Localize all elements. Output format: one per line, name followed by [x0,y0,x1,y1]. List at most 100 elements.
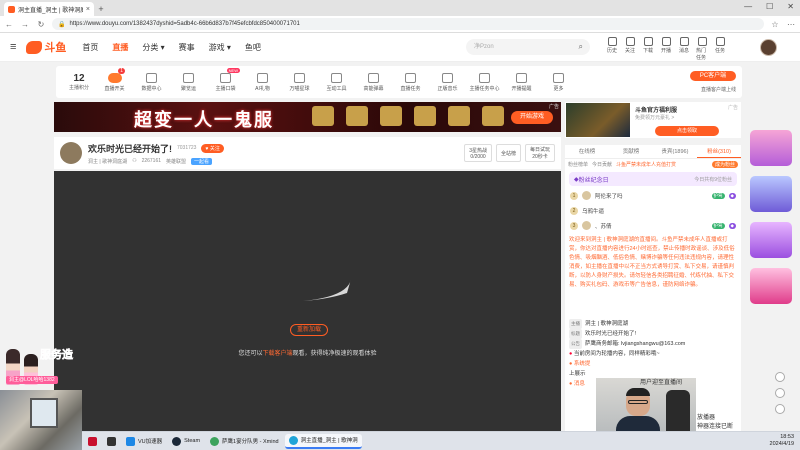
system-clock[interactable]: 18:53 2024/4/19 [770,434,794,448]
promo-tile[interactable] [750,130,792,166]
tool-stream-switch[interactable]: 1 直播开关 [96,67,133,92]
follow-label: 关注 [209,145,220,152]
reload-button[interactable]: 重新加载 [290,324,328,336]
main-nav: 首页 直播 分类 ▾ 赛事 游戏 ▾ 鱼吧 [82,42,261,53]
tool-planet[interactable]: 万喵星球 [281,72,318,92]
download-client-link[interactable]: 下载客户端 [262,351,292,357]
tool-overview[interactable]: 聚览运 [170,72,207,92]
nav-home[interactable]: 首页 [82,42,98,53]
taskbar-app[interactable]: VU加速器 [122,434,166,449]
new-tab-icon[interactable]: + [94,2,108,16]
forward-icon[interactable]: → [20,20,30,29]
promo-tile[interactable] [750,176,792,212]
tool-music[interactable]: 正版音乐 [429,72,466,92]
taskbar-label: 萨鹰1宴分队男 - Xmind [222,439,279,445]
nav-category[interactable]: 分类 ▾ [142,42,164,53]
browser-tab[interactable]: 洞主直播_洞主 | 歌神洞庭湖直播... × [4,2,94,16]
tool-label: 聚览运 [180,85,196,92]
history-button[interactable]: 历史 [606,37,618,61]
nav-games[interactable]: 游戏 ▾ [209,42,231,53]
today-contribution-label[interactable]: 今日贡献 [592,161,612,168]
taskbar-app[interactable]: Steam [168,434,204,449]
game-banner-ad[interactable]: 超变一人一鬼服 开始游戏 广告 [54,102,561,132]
minimize-icon[interactable]: — [744,2,752,11]
messages-button[interactable]: 消息 [678,37,690,61]
nav-fishbar[interactable]: 鱼吧 [245,42,261,53]
start-game-button[interactable]: 开始游戏 [511,111,553,124]
tool-pocket[interactable]: NEW 主播口袋 [207,67,244,92]
back-icon[interactable]: ← [4,20,14,29]
download-button[interactable]: 下载 [642,37,654,61]
top-float-icon[interactable] [775,404,785,414]
taskbar-app[interactable]: 萨鹰1宴分队男 - Xmind [206,434,283,449]
close-window-icon[interactable]: ✕ [787,2,794,11]
reload-icon[interactable]: ↻ [36,20,46,29]
tool-task-center[interactable]: 主播任务中心 [466,72,503,92]
user-avatar[interactable] [760,39,777,56]
site-rank-button[interactable]: 全站榜 [495,144,521,162]
tool-interactive[interactable]: 互动工具 [318,72,355,92]
tab-fans[interactable]: 粉丝(310) [697,145,741,158]
daily-trial-button[interactable]: 每日试玩 20秒卡 [524,144,555,162]
room-camera-overlay [0,390,82,450]
list-item[interactable]: 3 、苏倩 护驾 ◆ [565,218,741,233]
maximize-icon[interactable]: ☐ [766,2,773,11]
search-icon[interactable]: ⌕ [579,39,583,55]
history-float-icon[interactable] [775,372,785,382]
tool-label: 高能弹幕 [363,85,384,92]
follow-button[interactable]: ♥ 关注 [201,143,224,153]
taskbar-app[interactable]: 洞主直播_洞主 | 歌神洞 [284,433,362,449]
tool-reminder[interactable]: 开播提醒 [503,72,540,92]
follow-button[interactable]: 关注 [624,37,636,61]
nav-events[interactable]: 赛事 [179,42,195,53]
pc-client-button[interactable]: PC客户端 [690,71,736,81]
glasses-shape [628,400,648,404]
bookmark-star-icon[interactable]: ☆ [770,20,780,29]
close-icon[interactable]: × [86,6,90,13]
tool-label: 直播开关 [104,85,125,92]
tab-vip[interactable]: 贵宾(1896) [653,145,697,158]
promo-tile[interactable] [750,268,792,304]
messages-label: 消息 [678,48,689,54]
settings-float-icon[interactable] [775,388,785,398]
fan-anniversary[interactable]: ◆ 粉丝纪念日 今日共有9位粉丝 [569,172,737,186]
tab-online[interactable]: 在线榜 [565,145,609,158]
lock-icon: 🔒 [58,21,66,28]
list-item[interactable]: 1 阿伦来了吗 护驾 ◆ [565,188,741,203]
site-logo[interactable]: 斗鱼 [26,39,66,55]
menu-icon[interactable]: ≡ [10,41,16,53]
url-field[interactable]: 🔒 https://www.douyu.com/1382437dyshid=5a… [52,18,764,30]
category-link[interactable]: 英雄联盟 [166,158,186,165]
tool-data-center[interactable]: 数据中心 [133,72,170,92]
vtuber-overlay: 服务造 洞主@LOL哈哈1382 [0,344,82,389]
search-input[interactable]: 净Pzon ⌕ [466,39,590,55]
right-ad-card[interactable]: 斗鱼官方福利服 免费领万元豪礼 > 点击领取 广告 [565,102,741,138]
start-stream-button[interactable]: 开播 [660,37,672,61]
become-fan-button[interactable]: 成为粉丝 [711,161,738,168]
meta-title: 欢乐时光已经开始了! [585,331,637,337]
hot-battle-button[interactable]: 3星热战 0/2000 [464,144,492,162]
anchor-name[interactable]: 洞主 | 歌神洞庭湖 [88,158,127,165]
tool-ai-gift[interactable]: AI礼物 [244,72,281,92]
tool-danmaku[interactable]: 高能弹幕 [355,72,392,92]
promo-tile[interactable] [750,222,792,258]
tab-contribution[interactable]: 贡献榜 [609,145,653,158]
daily-trial-value: 20秒卡 [532,154,548,160]
anchor-toolbar: 12 主播积分 1 直播开关 数据中心 聚览运 NEW 主播口袋 AI礼物 万喵星球… [56,66,742,98]
claim-button[interactable]: 点击领取 [655,126,719,136]
tool-live-task[interactable]: 直播任务 [392,72,429,92]
fans-list-label[interactable]: 粉丝榜单 [568,161,588,168]
taskbar-app[interactable] [103,434,120,449]
hot-tasks-button[interactable]: 热门任务 [696,37,708,61]
extensions-icon[interactable]: ⋯ [786,20,796,29]
tasks-button[interactable]: 任务 [714,37,726,61]
video-player[interactable]: 重新加载 您还可以下载客户端观看，获得纯净极速的观看体验 [54,171,561,433]
tool-more[interactable]: 更多 [540,72,577,92]
taskbar-app[interactable] [84,434,101,449]
fan-anniversary-count: 今日共有9位粉丝 [694,176,732,183]
anchor-avatar[interactable] [60,142,82,164]
room-tag[interactable]: 一起看 [191,157,213,165]
nav-live[interactable]: 直播 [112,42,128,53]
list-item[interactable]: 2 乌鸦牛逼 [565,203,741,218]
anchor-score[interactable]: 12 主播积分 [62,73,96,91]
